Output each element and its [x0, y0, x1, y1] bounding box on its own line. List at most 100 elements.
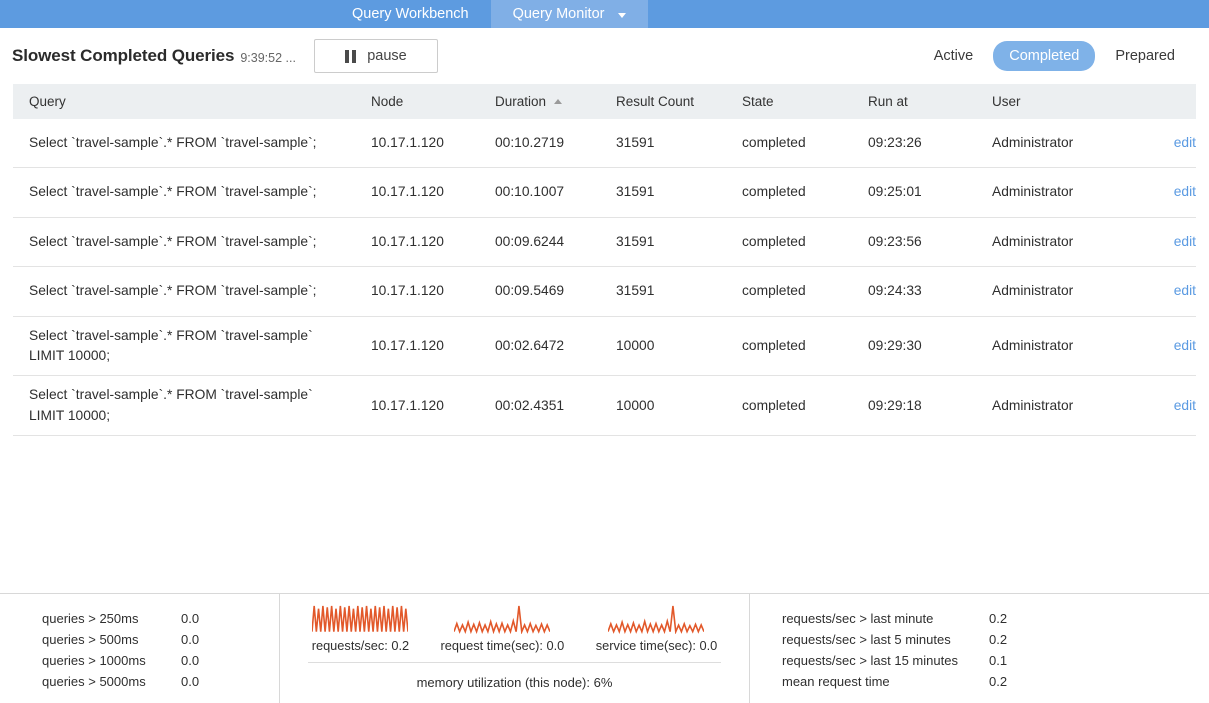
cell-query: Select `travel-sample`.* FROM `travel-sa… — [13, 217, 371, 266]
cell-user: Administrator — [992, 316, 1150, 376]
request-time-sparkline-label: request time(sec): 0.0 — [441, 638, 565, 653]
cell-state: completed — [742, 267, 868, 316]
cell-duration: 00:10.1007 — [495, 168, 616, 217]
query-threshold-stat-label: queries > 250ms — [42, 608, 138, 629]
edit-query-link[interactable]: edit — [1174, 283, 1196, 298]
column-header-state-label: State — [742, 94, 774, 109]
pause-icon — [345, 50, 356, 63]
column-header-result-count-label: Result Count — [616, 94, 694, 109]
column-header-duration-label: Duration — [495, 94, 546, 109]
query-threshold-stat-row: queries > 5000ms0.0 — [0, 671, 279, 692]
request-rate-stat-label: mean request time — [782, 671, 890, 692]
edit-query-link[interactable]: edit — [1174, 398, 1196, 413]
filter-completed-label: Completed — [1009, 48, 1079, 64]
cell-query: Select `travel-sample`.* FROM `travel-sa… — [13, 316, 371, 376]
request-rate-stat-value: 0.1 — [989, 650, 1029, 671]
column-header-run-at[interactable]: Run at — [868, 84, 992, 119]
cell-state: completed — [742, 119, 868, 168]
column-header-result-count[interactable]: Result Count — [616, 84, 742, 119]
request-time-sparkline — [454, 604, 550, 634]
query-threshold-stat-value: 0.0 — [181, 671, 241, 692]
sort-ascending-icon — [554, 99, 562, 104]
query-threshold-stat-value: 0.0 — [181, 629, 241, 650]
column-header-run-at-label: Run at — [868, 94, 908, 109]
queries-table: Query Node Duration Result Count State R… — [13, 84, 1196, 436]
cell-run-at: 09:29:18 — [868, 376, 992, 436]
cell-query: Select `travel-sample`.* FROM `travel-sa… — [13, 119, 371, 168]
request-rate-stat-label: requests/sec > last 5 minutes — [782, 629, 951, 650]
cell-actions: edit — [1150, 168, 1196, 217]
column-header-query[interactable]: Query — [13, 84, 371, 119]
table-row[interactable]: Select `travel-sample`.* FROM `travel-sa… — [13, 267, 1196, 316]
edit-query-link[interactable]: edit — [1174, 135, 1196, 150]
request-rate-stat-value: 0.2 — [989, 629, 1029, 650]
cell-run-at: 09:29:30 — [868, 316, 992, 376]
page-title: Slowest Completed Queries — [12, 46, 234, 66]
service-time-sparkline — [608, 604, 704, 634]
query-threshold-stat-row: queries > 250ms0.0 — [0, 608, 279, 629]
query-threshold-stat-row: queries > 500ms 0.0 — [0, 629, 279, 650]
chevron-down-icon[interactable] — [618, 13, 626, 18]
query-threshold-stat-label: queries > 1000ms — [42, 650, 146, 671]
requests-per-sec-sparkline-cell: requests/sec: 0.2 — [312, 604, 409, 653]
column-header-node-label: Node — [371, 94, 403, 109]
request-rate-stat-value: 0.2 — [989, 671, 1029, 692]
tab-query-workbench[interactable]: Query Workbench — [330, 0, 491, 28]
tab-query-monitor-label: Query Monitor — [513, 6, 605, 22]
cell-run-at: 09:24:33 — [868, 267, 992, 316]
cell-result-count: 31591 — [616, 217, 742, 266]
table-row[interactable]: Select `travel-sample`.* FROM `travel-sa… — [13, 217, 1196, 266]
filter-prepared[interactable]: Prepared — [1099, 41, 1191, 71]
request-rate-stat-row: requests/sec > last 5 minutes 0.2 — [750, 629, 1209, 650]
cell-duration: 00:10.2719 — [495, 119, 616, 168]
column-header-query-label: Query — [29, 94, 66, 109]
footer-sparkline-section: requests/sec: 0.2request time(sec): 0.0s… — [280, 594, 750, 703]
table-row[interactable]: Select `travel-sample`.* FROM `travel-sa… — [13, 119, 1196, 168]
footer-query-threshold-stats: queries > 250ms0.0queries > 500ms0.0quer… — [0, 594, 280, 703]
edit-query-link[interactable]: edit — [1174, 234, 1196, 249]
cell-user: Administrator — [992, 119, 1150, 168]
tab-query-monitor[interactable]: Query Monitor — [491, 0, 649, 28]
sparkline-row: requests/sec: 0.2request time(sec): 0.0s… — [280, 604, 749, 653]
cell-node: 10.17.1.120 — [371, 217, 495, 266]
pause-button[interactable]: pause — [314, 39, 438, 73]
cell-duration: 00:02.6472 — [495, 316, 616, 376]
cell-query: Select `travel-sample`.* FROM `travel-sa… — [13, 376, 371, 436]
cell-duration: 00:09.5469 — [495, 267, 616, 316]
cell-actions: edit — [1150, 267, 1196, 316]
cell-node: 10.17.1.120 — [371, 316, 495, 376]
column-header-user[interactable]: User — [992, 84, 1150, 119]
column-header-state[interactable]: State — [742, 84, 868, 119]
column-header-actions — [1150, 84, 1196, 119]
cell-duration: 00:09.6244 — [495, 217, 616, 266]
top-navbar: Query Workbench Query Monitor — [0, 0, 1209, 28]
cell-state: completed — [742, 217, 868, 266]
column-header-duration[interactable]: Duration — [495, 84, 616, 119]
cell-actions: edit — [1150, 316, 1196, 376]
query-threshold-stat-label: queries > 500ms — [42, 629, 138, 650]
filter-active[interactable]: Active — [918, 41, 990, 71]
filter-active-label: Active — [934, 48, 974, 64]
cell-state: completed — [742, 376, 868, 436]
navbar-right-spacer — [648, 0, 1209, 28]
table-row[interactable]: Select `travel-sample`.* FROM `travel-sa… — [13, 316, 1196, 376]
table-row[interactable]: Select `travel-sample`.* FROM `travel-sa… — [13, 376, 1196, 436]
cell-node: 10.17.1.120 — [371, 119, 495, 168]
filter-completed[interactable]: Completed — [993, 41, 1095, 71]
cell-node: 10.17.1.120 — [371, 376, 495, 436]
cell-result-count: 31591 — [616, 119, 742, 168]
cell-run-at: 09:23:56 — [868, 217, 992, 266]
request-rate-stat-label: requests/sec > last 15 minutes — [782, 650, 958, 671]
cell-run-at: 09:25:01 — [868, 168, 992, 217]
query-threshold-stat-row: queries > 1000ms0.0 — [0, 650, 279, 671]
cell-query: Select `travel-sample`.* FROM `travel-sa… — [13, 168, 371, 217]
cell-user: Administrator — [992, 267, 1150, 316]
edit-query-link[interactable]: edit — [1174, 184, 1196, 199]
edit-query-link[interactable]: edit — [1174, 338, 1196, 353]
cell-node: 10.17.1.120 — [371, 168, 495, 217]
requests-per-sec-sparkline — [312, 604, 408, 634]
filter-prepared-label: Prepared — [1115, 48, 1175, 64]
table-row[interactable]: Select `travel-sample`.* FROM `travel-sa… — [13, 168, 1196, 217]
column-header-node[interactable]: Node — [371, 84, 495, 119]
cell-result-count: 31591 — [616, 168, 742, 217]
